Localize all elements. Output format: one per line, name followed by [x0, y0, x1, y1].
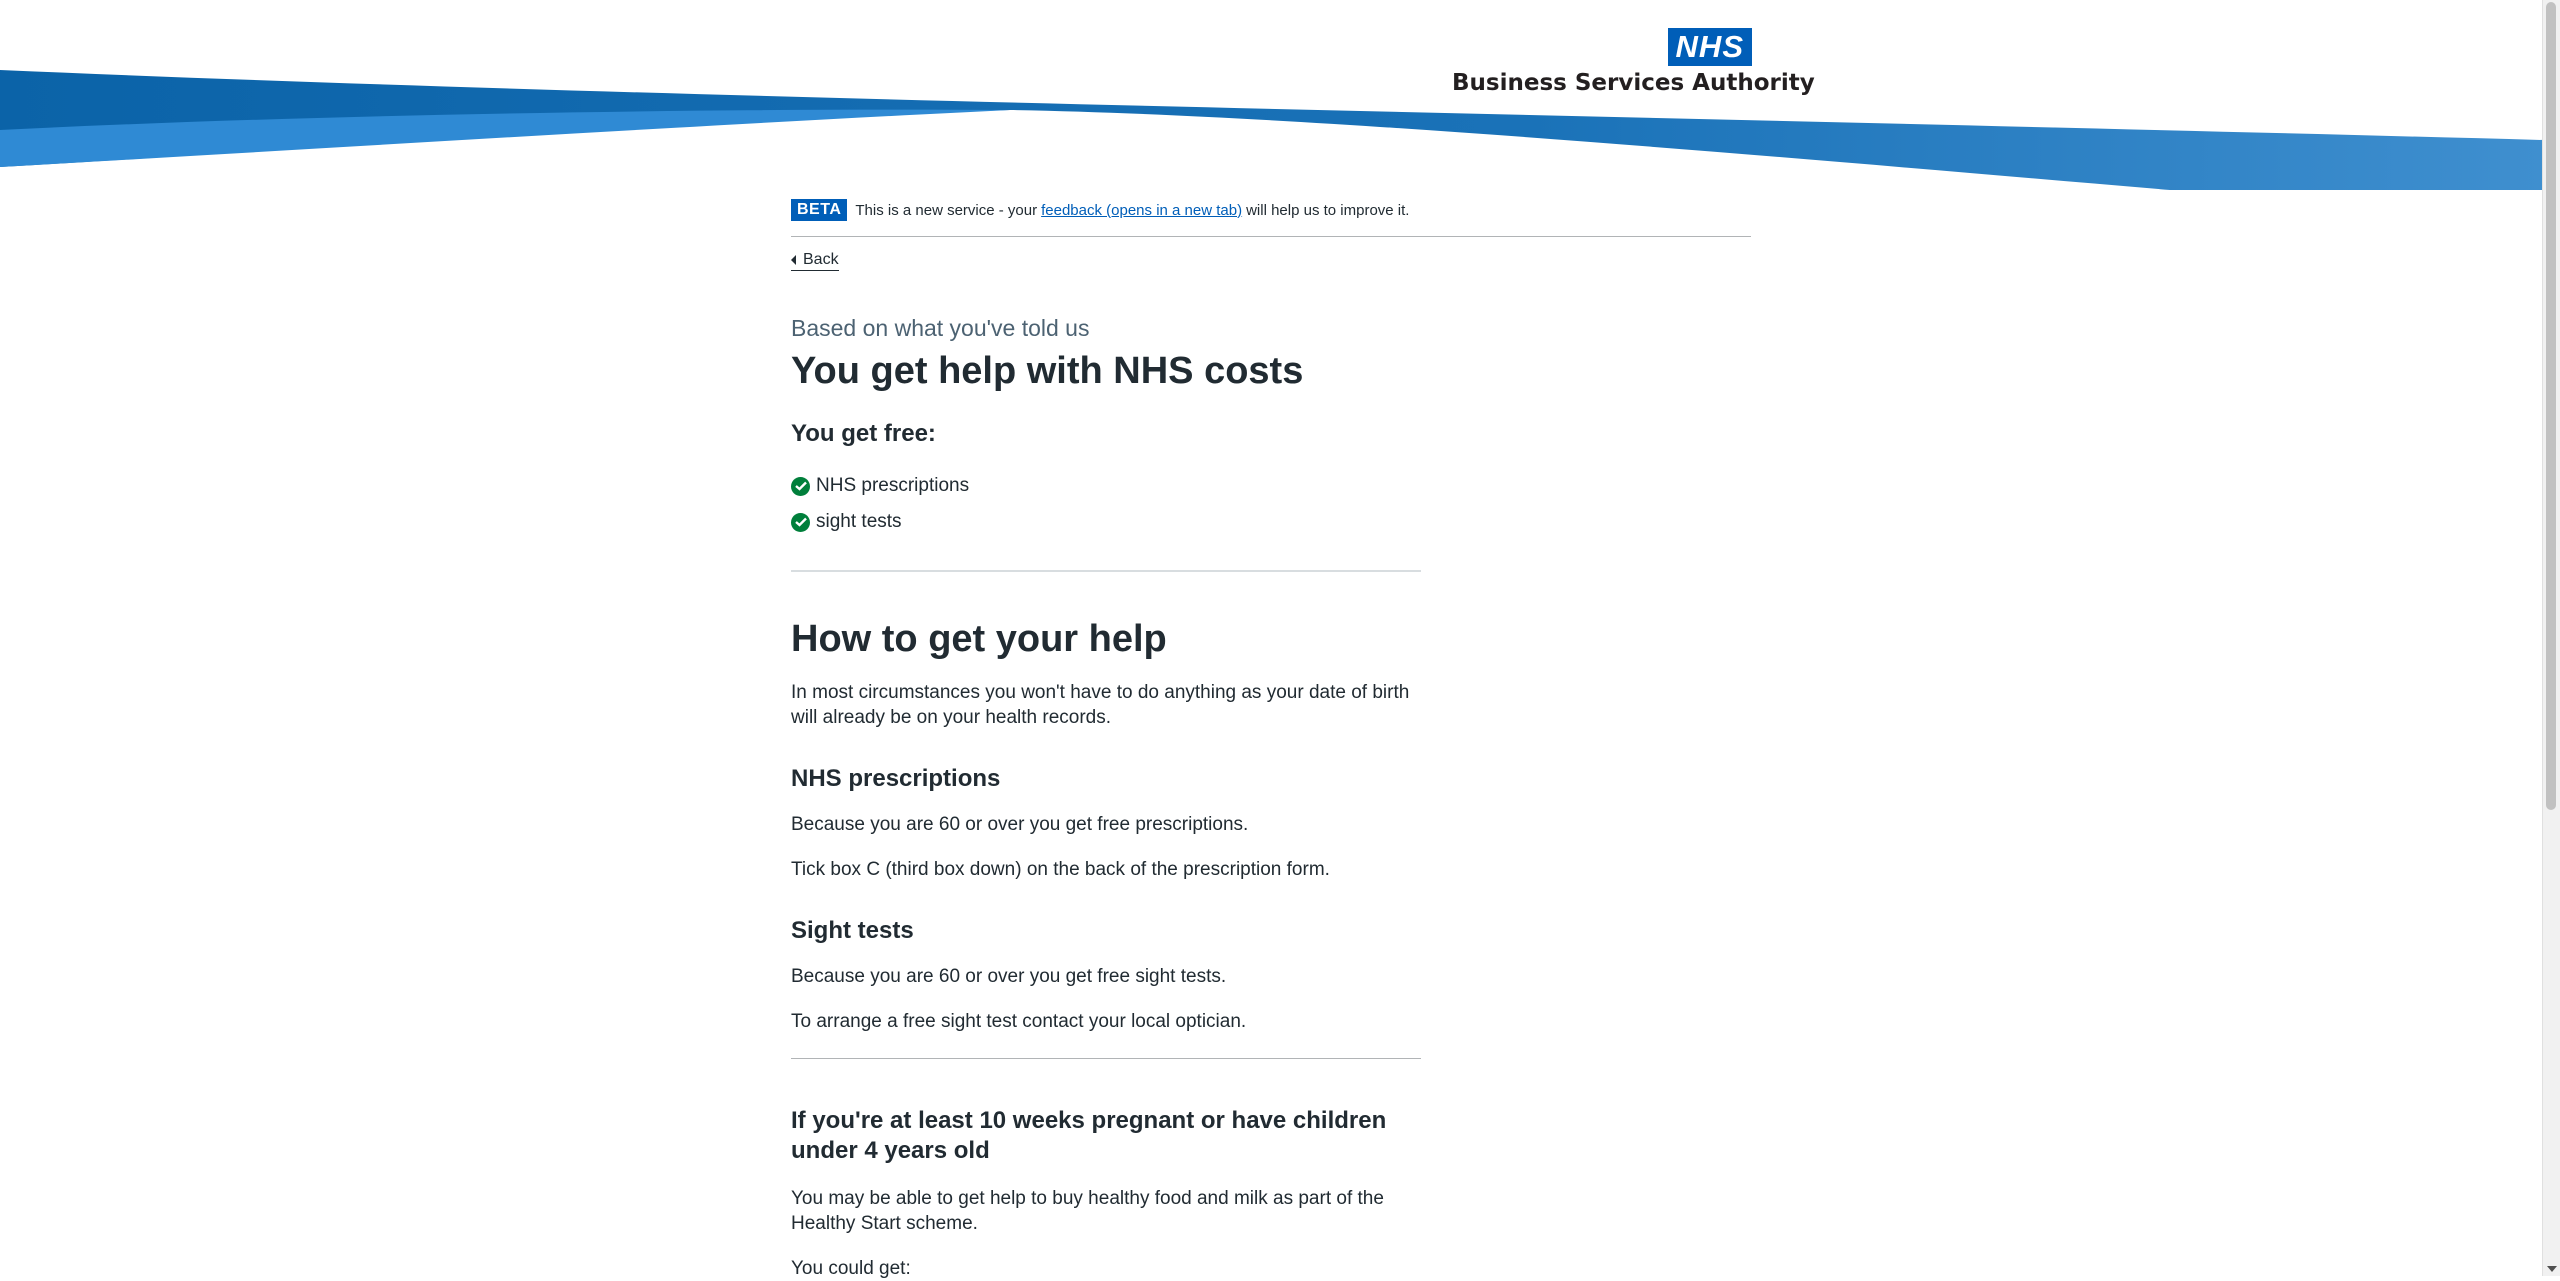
feedback-link[interactable]: feedback (opens in a new tab) — [1041, 202, 1242, 219]
prescriptions-text-2: Tick box C (third box down) on the back … — [791, 859, 1330, 880]
page-title: You get help with NHS costs — [791, 350, 1304, 392]
list-item: NHS prescriptions — [791, 468, 1421, 504]
scroll-down-arrow-icon[interactable] — [2547, 1266, 2557, 1272]
pregnant-text-2: You could get: — [791, 1258, 911, 1279]
free-item-label: NHS prescriptions — [816, 475, 970, 496]
chevron-left-icon — [791, 255, 796, 265]
prescriptions-text-1: Because you are 60 or over you get free … — [791, 814, 1249, 835]
sight-text-1: Because you are 60 or over you get free … — [791, 966, 1227, 987]
section-divider — [791, 1058, 1421, 1059]
free-item-label: sight tests — [816, 511, 902, 532]
how-heading: How to get your help — [791, 618, 1167, 660]
list-item: sight tests — [791, 504, 1421, 540]
vertical-scrollbar[interactable] — [2542, 0, 2560, 1276]
how-intro: In most circumstances you won't have to … — [791, 682, 1410, 728]
pregnant-heading: If you're at least 10 weeks pregnant or … — [791, 1107, 1387, 1164]
scrollbar-thumb[interactable] — [2546, 2, 2556, 810]
header-banner-graphic — [0, 70, 2543, 190]
beta-text-after: will help us to improve it. — [1246, 201, 1410, 219]
organisation-name: Business Services Authority — [1452, 70, 1815, 96]
page-caption: Based on what you've told us — [791, 315, 1090, 341]
free-items-list: NHS prescriptions sight tests — [791, 468, 1421, 540]
main-content: BETA This is a new service - your feedba… — [791, 196, 1751, 1281]
beta-text-before: This is a new service - your — [855, 201, 1038, 219]
back-link[interactable]: Back — [791, 251, 839, 271]
sight-heading: Sight tests — [791, 917, 914, 944]
section-divider — [791, 570, 1421, 572]
beta-tag: BETA — [791, 199, 848, 221]
prescriptions-heading: NHS prescriptions — [791, 765, 1001, 792]
tick-icon — [791, 476, 810, 496]
nhs-logo-mark: NHS — [1667, 28, 1752, 66]
back-link-label: Back — [803, 251, 839, 268]
result-column: Based on what you've told us You get hel… — [791, 315, 1421, 1281]
sight-text-2: To arrange a free sight test contact you… — [791, 1011, 1247, 1032]
pregnant-text-1: You may be able to get help to buy healt… — [791, 1188, 1384, 1234]
tick-icon — [791, 512, 810, 532]
free-heading: You get free: — [791, 420, 936, 447]
nhsbsa-logo[interactable]: NHS Business Services Authority — [1452, 28, 1815, 96]
phase-banner: BETA This is a new service - your feedba… — [791, 196, 1751, 237]
